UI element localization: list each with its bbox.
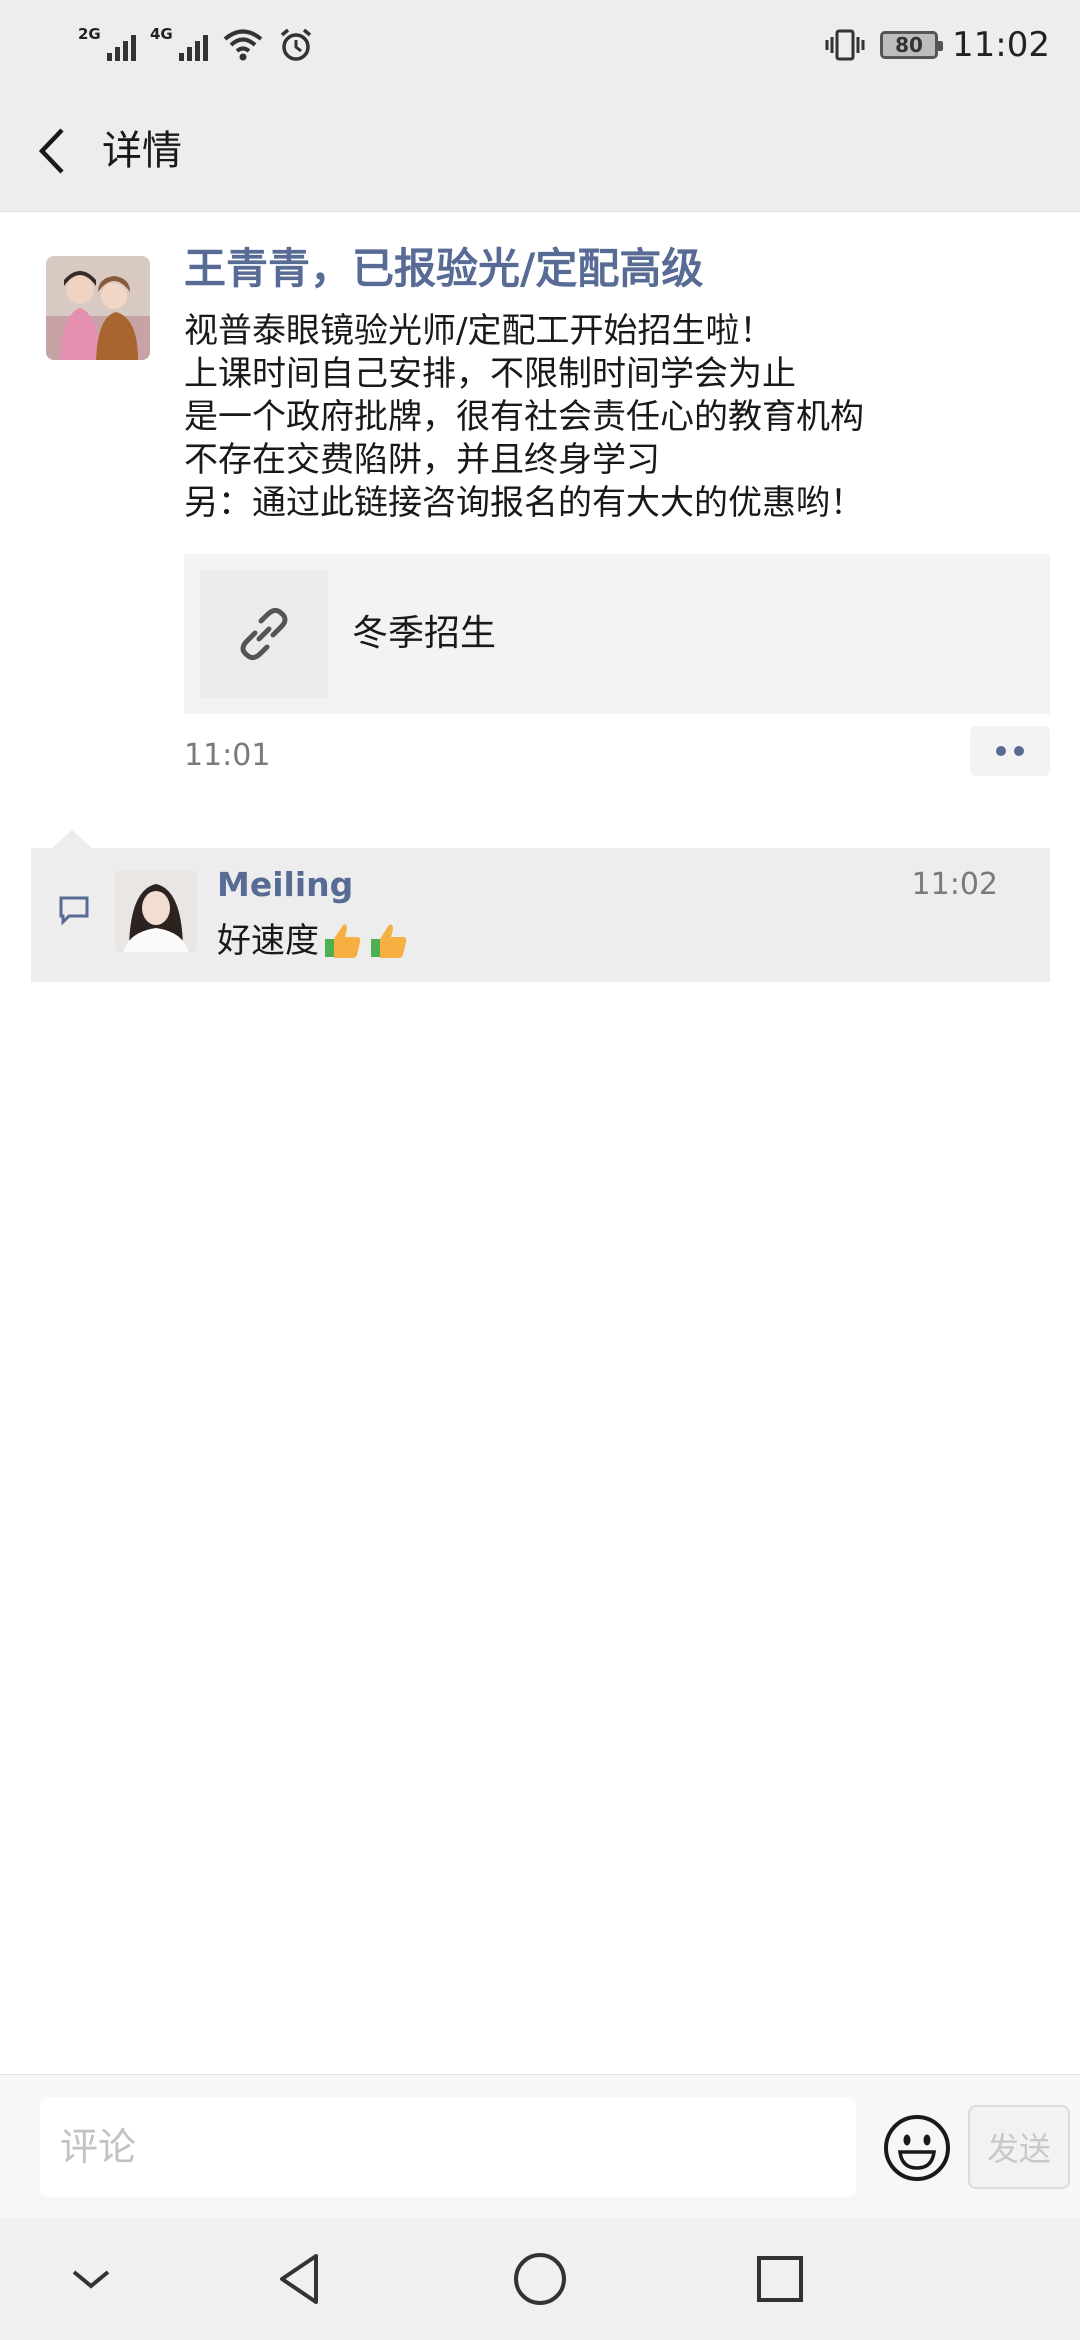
post-body: 视普泰眼镜验光师/定配工开始招生啦！ 上课时间自己安排，不限制时间学会为止 是一… <box>184 310 1044 525</box>
nav-recents-icon[interactable] <box>743 2242 817 2316</box>
more-dot-icon <box>996 746 1006 756</box>
signal-icon: 4G <box>150 25 208 65</box>
post-line: 上课时间自己安排，不限制时间学会为止 <box>184 354 796 394</box>
send-button[interactable]: 发送 <box>968 2105 1070 2189</box>
status-right: 80 11:02 <box>824 22 1050 68</box>
header: 详情 <box>0 90 1080 212</box>
link-thumbnail <box>200 570 328 698</box>
post-line: 视普泰眼镜验光师/定配工开始招生啦！ <box>184 311 774 351</box>
battery-icon: 80 <box>880 31 944 59</box>
comment-time: 11:02 <box>911 867 998 902</box>
alarm-icon <box>280 28 312 61</box>
vibrate-icon <box>825 29 865 61</box>
nav-back-icon[interactable] <box>264 2242 338 2316</box>
post-time: 11:01 <box>184 738 271 773</box>
signal-network-label: 2G <box>78 25 101 43</box>
nav-home-icon[interactable] <box>503 2242 577 2316</box>
status-left: 2G 4G <box>78 22 314 68</box>
more-options-button[interactable] <box>970 726 1050 776</box>
thumbs-up-icon <box>325 924 361 958</box>
more-dot-icon <box>1014 746 1024 756</box>
post-author-avatar[interactable] <box>46 256 150 360</box>
comment-text[interactable]: 好速度 <box>217 918 411 964</box>
comment-section: Meiling 11:02 好速度 <box>31 848 1050 982</box>
back-icon[interactable] <box>26 118 92 184</box>
post-line: 不存在交费陷阱，并且终身学习 <box>184 440 660 480</box>
emoji-icon[interactable] <box>882 2113 952 2183</box>
comment-input[interactable] <box>40 2097 856 2197</box>
comment-icon <box>59 896 89 926</box>
nav-collapse-icon[interactable] <box>54 2242 128 2316</box>
comment-input-bar: 发送 <box>0 2074 1080 2218</box>
comment-pointer <box>52 830 92 848</box>
signal-network-label: 4G <box>150 25 173 43</box>
thumbs-up-icon <box>371 924 407 958</box>
page-title: 详情 <box>102 128 182 174</box>
post-author-name[interactable]: 王青青，已报验光/定配高级 <box>184 240 703 298</box>
comment-text-content: 好速度 <box>217 921 319 961</box>
link-title: 冬季招生 <box>352 613 497 654</box>
comment-author-avatar[interactable] <box>115 870 197 952</box>
post-line: 另：通过此链接咨询报名的有大大的优惠哟！ <box>184 483 864 523</box>
link-card[interactable]: 冬季招生 <box>184 554 1050 714</box>
system-nav-bar <box>0 2218 1080 2340</box>
comment-author-name[interactable]: Meiling <box>217 862 353 908</box>
status-time: 11:02 <box>952 25 1050 65</box>
post-line: 是一个政府批牌，很有社会责任心的教育机构 <box>184 397 864 437</box>
link-icon <box>240 607 288 661</box>
battery-level: 80 <box>895 33 923 57</box>
wifi-icon <box>223 29 263 61</box>
status-bar: 2G 4G 80 11:02 <box>0 0 1080 90</box>
signal-icon: 2G <box>78 25 136 65</box>
